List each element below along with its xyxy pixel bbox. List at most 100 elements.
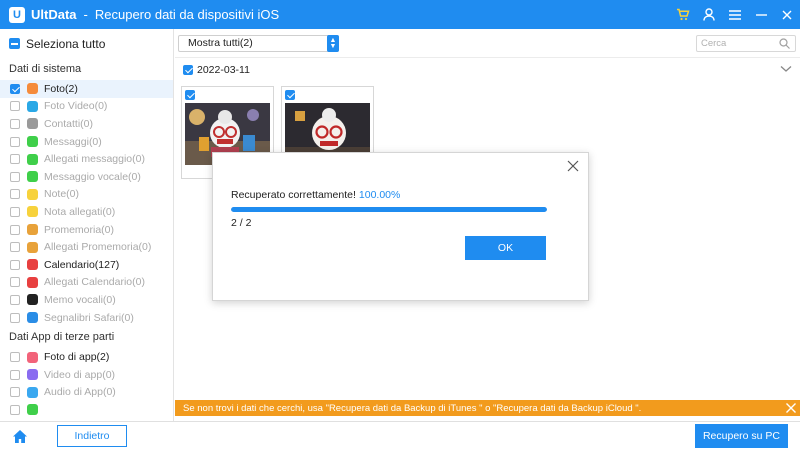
sidebar-item[interactable]: Promemoria(0) [0, 221, 173, 239]
dialog-percent: 100.00% [358, 189, 401, 201]
message-attachments-icon [27, 153, 38, 165]
sidebar-item-checkbox[interactable] [10, 136, 20, 147]
sidebar-item[interactable]: Audio di App(0) [0, 384, 173, 402]
sidebar-item[interactable]: Contatti(0) [0, 115, 173, 133]
date-group-header: 2022-03-11 [175, 58, 800, 82]
backup-hint-notice: Se non trovi i dati che cerchi, usa "Rec… [175, 400, 800, 416]
sidebar-item-label: Nota allegati(0) [44, 205, 116, 218]
ultdata-logo-icon: U [9, 6, 25, 23]
sidebar-item[interactable]: Allegati Promemoria(0) [0, 238, 173, 256]
sidebar-item-checkbox[interactable] [10, 154, 20, 165]
reminder-attachments-icon [27, 241, 38, 253]
sidebar-item-checkbox[interactable] [10, 83, 20, 94]
sidebar: Seleziona tutto Dati di sistema Foto(2) Fo… [0, 29, 174, 421]
sidebar-item-checkbox[interactable] [10, 387, 20, 398]
sidebar-item[interactable]: Memo vocali(0) [0, 291, 173, 309]
sidebar-item-label: Foto(2) [44, 82, 78, 95]
recover-to-pc-button[interactable]: Recupero su PC [695, 424, 788, 448]
recovery-complete-dialog: Recuperato correttamente! 100.00% 2 / 2 O… [212, 152, 589, 301]
sidebar-item-label: Allegati Calendario(0) [44, 276, 145, 289]
dialog-status-text: Recuperato correttamente! [231, 189, 356, 201]
app-photos-icon [27, 351, 38, 363]
sidebar-item-checkbox[interactable] [10, 189, 20, 200]
sidebar-item-label: Foto di app(2) [44, 351, 110, 364]
photo-checkbox[interactable] [285, 90, 295, 100]
sidebar-item-checkbox[interactable] [10, 369, 20, 380]
home-icon [13, 430, 27, 443]
photos-icon [27, 83, 38, 95]
dialog-close-icon[interactable] [566, 159, 580, 173]
calendar-icon [27, 259, 38, 271]
voicemail-icon [27, 171, 38, 183]
date-group-label: 2022-03-11 [197, 64, 250, 76]
close-icon[interactable] [774, 0, 800, 29]
title-bar: U UltData - Recupero dati da dispositivi… [0, 0, 800, 29]
contacts-icon [27, 118, 38, 130]
sidebar-item-checkbox[interactable] [10, 277, 20, 288]
safari-icon [27, 312, 38, 324]
select-all-toggle[interactable]: Seleziona tutto [0, 29, 173, 58]
sidebar-item-checkbox[interactable] [10, 224, 20, 235]
sidebar-item[interactable]: Foto Video(0) [0, 98, 173, 116]
sidebar-item-checkbox[interactable] [10, 206, 20, 217]
sidebar-item-label: Promemoria(0) [44, 223, 115, 236]
ok-button[interactable]: OK [465, 236, 546, 260]
sidebar-item[interactable]: Foto(2) [0, 80, 173, 98]
sidebar-item-checkbox[interactable] [10, 404, 20, 415]
sidebar-item[interactable]: Foto di app(2) [0, 348, 173, 366]
sidebar-item[interactable]: Messaggi(0) [0, 133, 173, 151]
sidebar-item[interactable]: Video di app(0) [0, 366, 173, 384]
search-input[interactable] [697, 36, 777, 51]
chevron-down-icon[interactable] [780, 64, 792, 76]
sidebar-item-label: Video di app(0) [44, 368, 116, 381]
progress-bar-fill [231, 207, 547, 212]
sidebar-item-checkbox[interactable] [10, 352, 20, 363]
dialog-count: 2 / 2 [231, 217, 252, 229]
sidebar-item[interactable]: Calendario(127) [0, 256, 173, 274]
sidebar-item-checkbox[interactable] [10, 312, 20, 323]
sidebar-item-checkbox[interactable] [10, 171, 20, 182]
sidebar-item-checkbox[interactable] [10, 118, 20, 129]
sidebar-item-checkbox[interactable] [10, 101, 20, 112]
sidebar-item-label: Messaggi(0) [44, 135, 102, 148]
date-group-checkbox[interactable] [183, 65, 193, 75]
notice-close-icon[interactable] [785, 402, 797, 414]
sidebar-groups: Dati di sistema Foto(2) Foto Video(0) Conta… [0, 58, 173, 419]
sidebar-item-label: Contatti(0) [44, 117, 94, 130]
sidebar-item[interactable]: Messaggio vocale(0) [0, 168, 173, 186]
sidebar-item[interactable]: Nota allegati(0) [0, 203, 173, 221]
dropdown-arrows-icon[interactable]: ▲ ▼ [327, 35, 339, 52]
sidebar-item-label: Allegati messaggio(0) [44, 153, 145, 166]
sidebar-item-checkbox[interactable] [10, 242, 20, 253]
minimize-icon[interactable] [748, 0, 774, 29]
back-button[interactable]: Indietro [57, 425, 127, 447]
sidebar-item-label: Messaggio vocale(0) [44, 170, 141, 183]
sidebar-group-title: Dati App di terze parti [9, 331, 115, 344]
sidebar-item-checkbox[interactable] [10, 259, 20, 270]
notes-icon [27, 188, 38, 200]
sidebar-item[interactable] [0, 401, 173, 419]
messages-icon [27, 136, 38, 148]
search-icon[interactable] [779, 38, 790, 52]
title-bar-icons [670, 0, 800, 29]
sidebar-item-label: Foto Video(0) [44, 100, 108, 113]
user-icon[interactable] [696, 0, 722, 29]
filter-dropdown-value: Mostra tutti(2) [188, 37, 253, 49]
photo-video-icon [27, 100, 38, 112]
menu-icon[interactable] [722, 0, 748, 29]
sidebar-item-label: Allegati Promemoria(0) [44, 241, 152, 254]
photo-checkbox[interactable] [185, 90, 195, 100]
cart-icon[interactable] [670, 0, 696, 29]
sidebar-item-checkbox[interactable] [10, 294, 20, 305]
sidebar-item[interactable]: Allegati Calendario(0) [0, 274, 173, 292]
select-all-checkbox[interactable] [9, 38, 20, 49]
sidebar-item-label: Memo vocali(0) [44, 293, 116, 306]
sidebar-item[interactable]: Note(0) [0, 186, 173, 204]
window-title: Recupero dati da dispositivi iOS [94, 7, 280, 22]
sidebar-item[interactable]: Segnalibri Safari(0) [0, 309, 173, 327]
sidebar-item-label: Segnalibri Safari(0) [44, 311, 134, 324]
filter-dropdown[interactable]: Mostra tutti(2) ▲ ▼ [178, 35, 339, 52]
home-button[interactable] [0, 422, 40, 450]
search-box[interactable] [696, 35, 796, 52]
sidebar-item[interactable]: Allegati messaggio(0) [0, 150, 173, 168]
